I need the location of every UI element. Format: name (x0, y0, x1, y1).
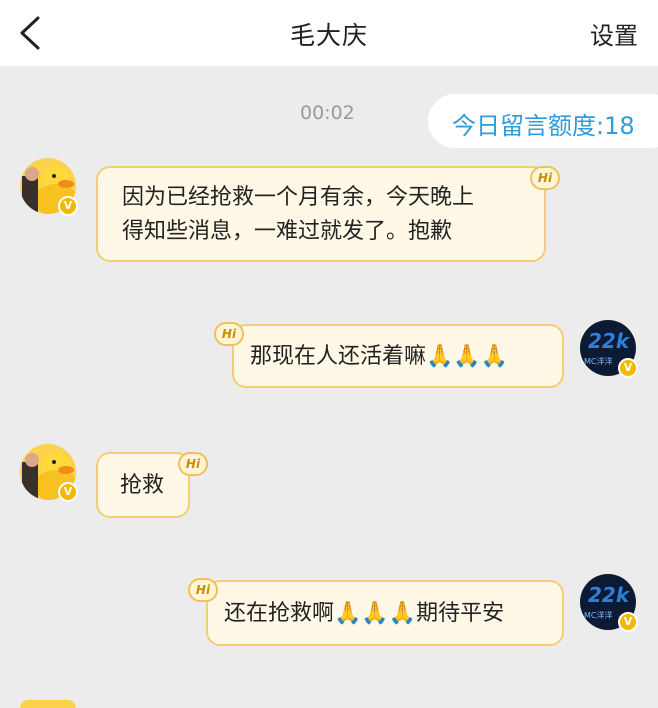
svg-text:22k: 22k (588, 329, 631, 353)
daily-quota-badge: 今日留言额度:18 (428, 94, 658, 148)
message-text: 那现在人还活着嘛🙏🙏🙏 (250, 344, 509, 369)
svg-text:MC洋洋: MC洋洋 (584, 610, 613, 620)
chat-bubble: 还在抢救啊🙏🙏🙏期待平安 (206, 580, 564, 646)
svg-text:22k: 22k (588, 583, 631, 607)
avatar[interactable]: V (20, 444, 78, 502)
message-text: 抢救 (120, 473, 165, 498)
verified-icon: V (58, 196, 78, 216)
page-title: 毛大庆 (289, 21, 368, 50)
verified-icon: V (58, 482, 78, 502)
message-timestamp: 00:02 (300, 102, 355, 124)
avatar (20, 700, 76, 708)
message-text: 因为已经抢救一个月有余，今天晚上 得知些消息，一难过就发了。抱歉 (122, 185, 475, 244)
verified-icon: V (618, 612, 638, 632)
hi-badge-icon: Hi (214, 322, 244, 346)
hi-badge-icon: Hi (530, 166, 560, 190)
avatar[interactable]: 22k MC洋洋 V (580, 320, 638, 378)
verified-icon: V (618, 358, 638, 378)
avatar[interactable]: V (20, 158, 78, 216)
chat-bubble: 因为已经抢救一个月有余，今天晚上 得知些消息，一难过就发了。抱歉 (96, 166, 546, 262)
settings-button[interactable]: 设置 (590, 16, 638, 51)
avatar[interactable]: 22k MC洋洋 V (580, 574, 638, 632)
top-bar: 毛大庆 设置 (0, 0, 658, 66)
message-text: 还在抢救啊🙏🙏🙏期待平安 (224, 601, 505, 626)
chat-bubble: 那现在人还活着嘛🙏🙏🙏 (232, 324, 564, 388)
hi-badge-icon: Hi (188, 578, 218, 602)
svg-text:MC洋洋: MC洋洋 (584, 356, 613, 366)
hi-badge-icon: Hi (178, 452, 208, 476)
chat-bubble: 抢救 (96, 452, 190, 518)
